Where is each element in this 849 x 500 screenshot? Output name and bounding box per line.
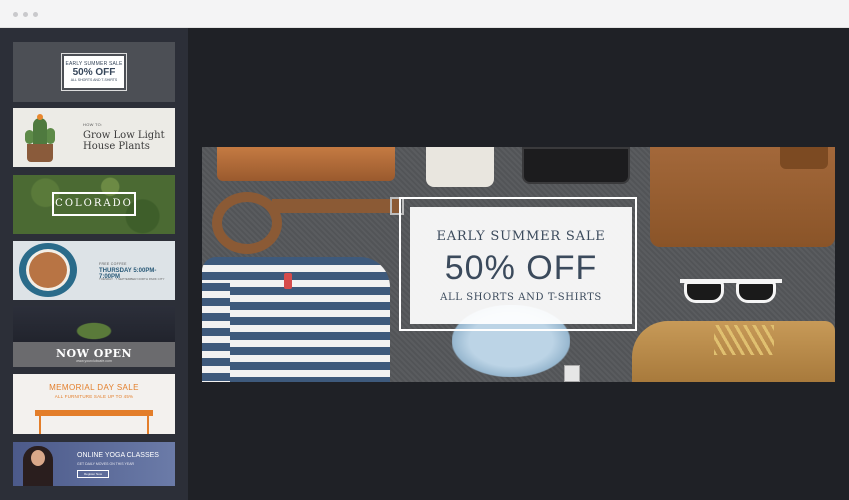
thumb-title: COLORADO [52, 192, 136, 216]
phone-photo [522, 147, 630, 184]
thumb-register-button: Register Now [77, 470, 109, 478]
flower-icon [37, 114, 43, 120]
bench-icon [35, 410, 153, 416]
promo-headline[interactable]: EARLY SUMMER SALE [410, 229, 632, 244]
thumb-date: TUESDAY · 7 SEPTEMBER NORTH PARK CITY [99, 277, 165, 281]
sunglasses-lens [684, 281, 724, 303]
promo-text-box[interactable]: EARLY SUMMER SALE 50% OFF ALL SHORTS AND… [410, 207, 632, 324]
window-close-button[interactable] [13, 12, 18, 17]
strap-clip-photo [564, 365, 580, 382]
template-thumb-colorado[interactable]: COLORADO [13, 175, 175, 234]
folded-shirt-photo [426, 147, 494, 187]
bench-leg-icon [147, 416, 149, 434]
thumb-title: ONLINE YOGA CLASSES [77, 452, 159, 459]
sunglasses-photo [680, 275, 782, 303]
thumb-subtitle: GET DAILY MOVES ON THIS YEAR [77, 462, 135, 466]
window-maximize-button[interactable] [33, 12, 38, 17]
wallet-photo [217, 147, 395, 181]
thumb-title: MEMORIAL DAY SALE [49, 383, 139, 392]
striped-sleeve-photo [202, 283, 230, 382]
thumb-promo-box: EARLY SUMMER SALE 50% OFF ALL SHORTS AND… [61, 53, 127, 91]
banner-preview[interactable]: EARLY SUMMER SALE 50% OFF ALL SHORTS AND… [202, 147, 835, 382]
belt-strap-photo [272, 199, 400, 213]
sunglasses-lens [736, 281, 776, 303]
plant-pot-icon [27, 144, 53, 162]
thumb-title-line1: Grow Low Light [83, 130, 165, 141]
app-window: EARLY SUMMER SALE 50% OFF ALL SHORTS AND… [0, 0, 849, 500]
thumb-line2: 50% OFF [72, 67, 116, 78]
cactus-icon [33, 118, 47, 146]
thumb-label: FREE COFFEE [99, 262, 127, 266]
thumb-title-line2: House Plants [83, 141, 150, 152]
bag-flap-photo [780, 147, 828, 169]
thumb-subtitle: ALL FURNITURE SALE UP TO 45% [54, 394, 134, 399]
thumb-title: Grow Low Light House Plants [83, 130, 165, 152]
bench-leg-icon [39, 416, 41, 434]
promo-subline[interactable]: ALL SHORTS AND T-SHIRTS [410, 292, 632, 303]
template-thumb-memorial-day[interactable]: MEMORIAL DAY SALE ALL FURNITURE SALE UP … [13, 374, 175, 434]
template-thumb-summer-sale[interactable]: EARLY SUMMER SALE 50% OFF ALL SHORTS AND… [13, 42, 175, 102]
plant-icon [71, 320, 117, 342]
template-thumb-now-open[interactable]: NOW OPEN www.yourclubcafe.com [13, 306, 175, 367]
window-titlebar [0, 0, 849, 28]
cactus-arm-icon [46, 128, 55, 144]
thumb-line3: ALL SHORTS AND T-SHIRTS [70, 78, 118, 82]
thumb-url: www.yourclubcafe.com [76, 359, 112, 363]
promo-offer[interactable]: 50% OFF [410, 250, 632, 286]
shirt-tag-photo [284, 273, 292, 289]
coffee-icon [26, 249, 70, 291]
template-thumb-yoga[interactable]: ONLINE YOGA CLASSES GET DAILY MOVES ON T… [13, 442, 175, 486]
boot-laces-photo [714, 325, 774, 355]
thumb-label: HOW TO: [83, 122, 103, 127]
striped-shirt-photo [202, 257, 390, 382]
template-thumb-house-plants[interactable]: HOW TO: Grow Low Light House Plants [13, 108, 175, 167]
window-minimize-button[interactable] [23, 12, 28, 17]
face-photo [31, 450, 45, 466]
template-thumb-coffee[interactable]: FREE COFFEE THURSDAY 5:00PM-7:00PM TUESD… [13, 241, 175, 300]
